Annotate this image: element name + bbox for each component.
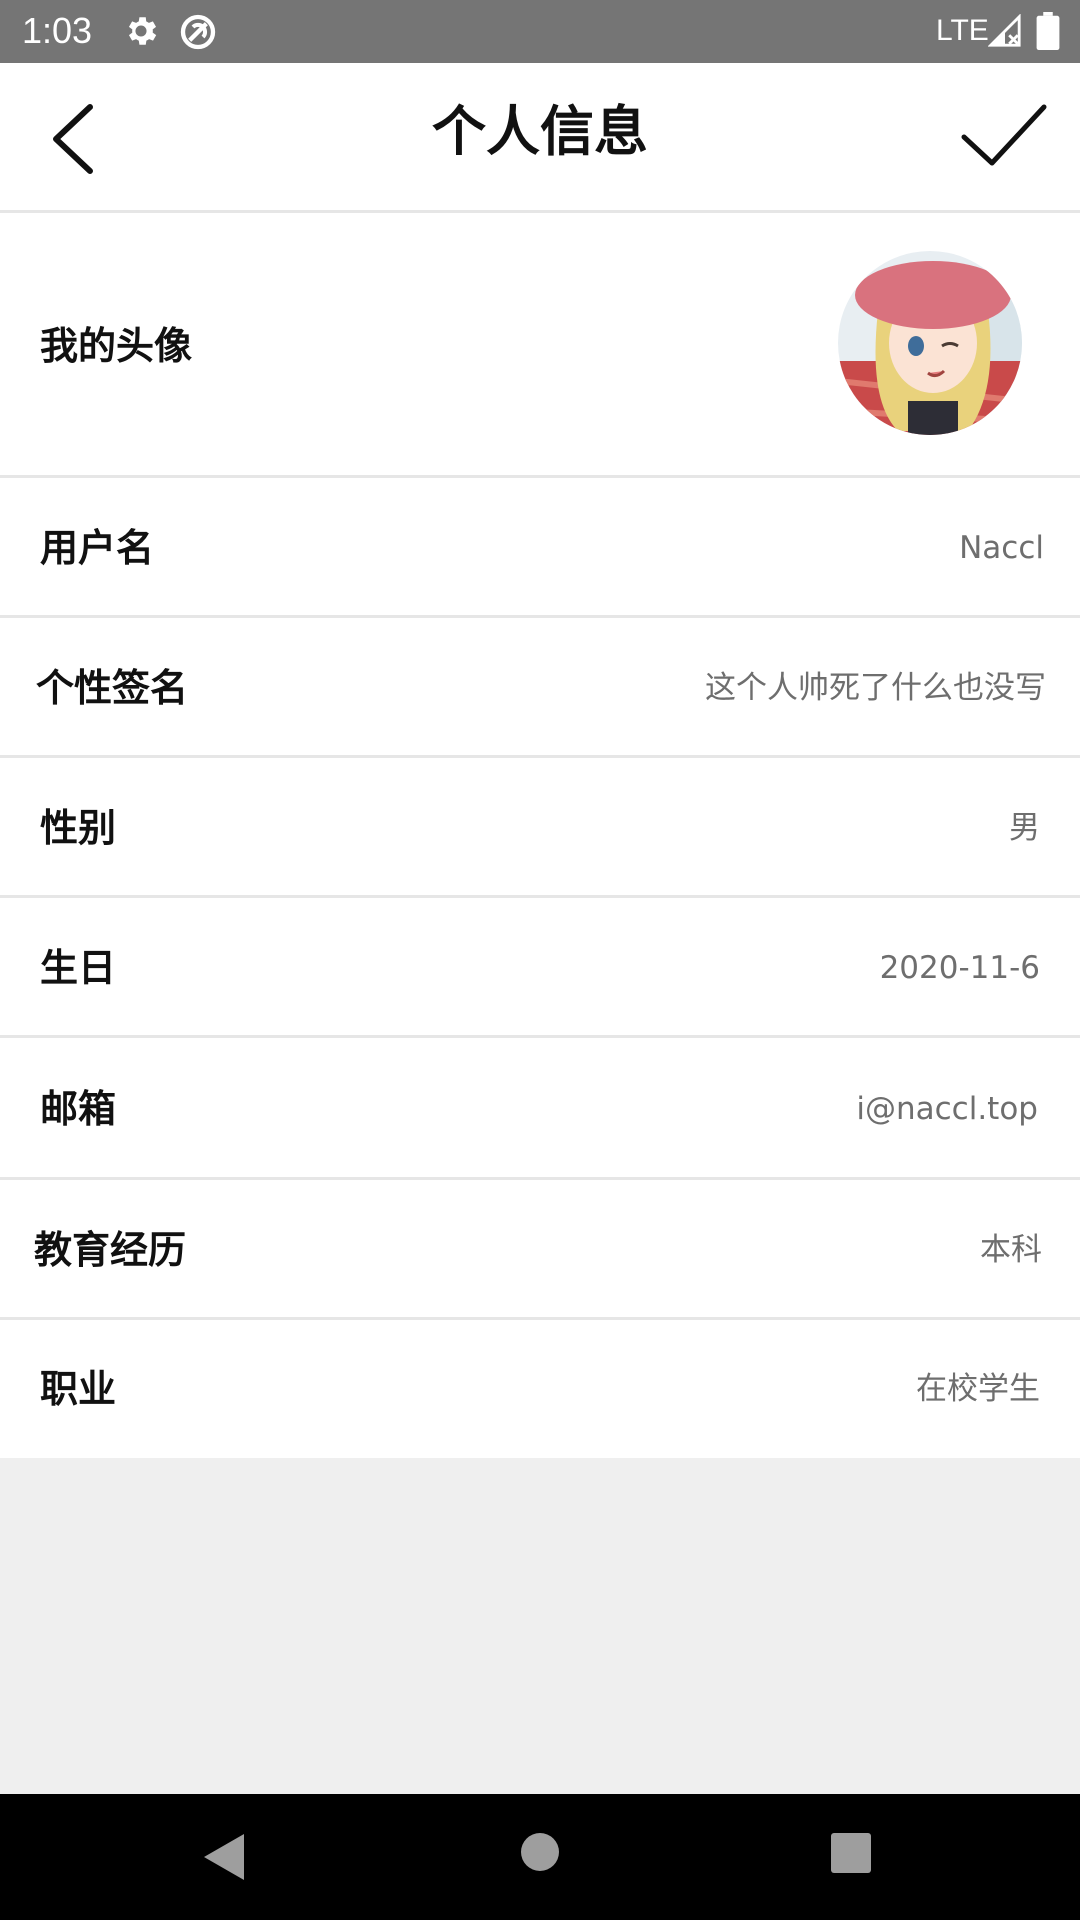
row-label-birthday: 生日 xyxy=(40,946,117,990)
row-value-username: Naccl xyxy=(959,530,1044,566)
data-saver-icon xyxy=(178,12,218,56)
row-occupation[interactable]: 职业 在校学生 xyxy=(0,1320,1080,1458)
row-label-username: 用户名 xyxy=(40,526,155,570)
row-avatar[interactable]: 我的头像 xyxy=(0,213,1080,478)
profile-list: 我的头像 用户名 Naccl 个性签名 这个人帅死了什么也没写 性别 男 生日 … xyxy=(0,213,1080,1458)
row-username[interactable]: 用户名 Naccl xyxy=(0,478,1080,618)
avatar[interactable] xyxy=(838,251,1022,435)
signal-icon xyxy=(987,13,1022,52)
nav-back-icon[interactable] xyxy=(200,1832,246,1886)
nav-home-icon[interactable] xyxy=(520,1832,560,1876)
row-value-education: 本科 xyxy=(980,1232,1042,1268)
navigation-bar xyxy=(0,1794,1080,1920)
settings-icon xyxy=(122,12,160,54)
row-label-gender: 性别 xyxy=(40,806,117,850)
row-email[interactable]: 邮箱 i@naccl.top xyxy=(0,1038,1080,1180)
row-signature[interactable]: 个性签名 这个人帅死了什么也没写 xyxy=(0,618,1080,758)
status-time: 1:03 xyxy=(22,10,93,51)
row-label-email: 邮箱 xyxy=(40,1087,117,1131)
back-arrow-icon[interactable] xyxy=(40,99,112,179)
row-value-email: i@naccl.top xyxy=(856,1091,1038,1127)
row-label-education: 教育经历 xyxy=(34,1228,187,1272)
row-education[interactable]: 教育经历 本科 xyxy=(0,1180,1080,1320)
row-value-signature: 这个人帅死了什么也没写 xyxy=(705,670,1046,706)
nav-recents-icon[interactable] xyxy=(830,1832,872,1878)
page-title: 个人信息 xyxy=(432,100,648,163)
status-bar: 1:03 LTE xyxy=(0,0,1080,63)
row-label-occupation: 职业 xyxy=(40,1367,117,1411)
row-label-signature: 个性签名 xyxy=(36,666,189,710)
row-value-occupation: 在校学生 xyxy=(916,1371,1040,1407)
screen: 1:03 LTE 个人信息 我的头像 用户名 Naccl 个性签名 这个人帅死了… xyxy=(0,0,1080,1920)
row-gender[interactable]: 性别 男 xyxy=(0,758,1080,898)
row-value-gender: 男 xyxy=(1009,810,1040,846)
battery-icon xyxy=(1036,12,1060,54)
check-icon[interactable] xyxy=(958,101,1050,173)
network-type: LTE xyxy=(936,14,989,47)
row-label-avatar: 我的头像 xyxy=(40,324,193,368)
toolbar: 个人信息 xyxy=(0,63,1080,213)
row-value-birthday: 2020-11-6 xyxy=(879,950,1040,986)
row-birthday[interactable]: 生日 2020-11-6 xyxy=(0,898,1080,1038)
